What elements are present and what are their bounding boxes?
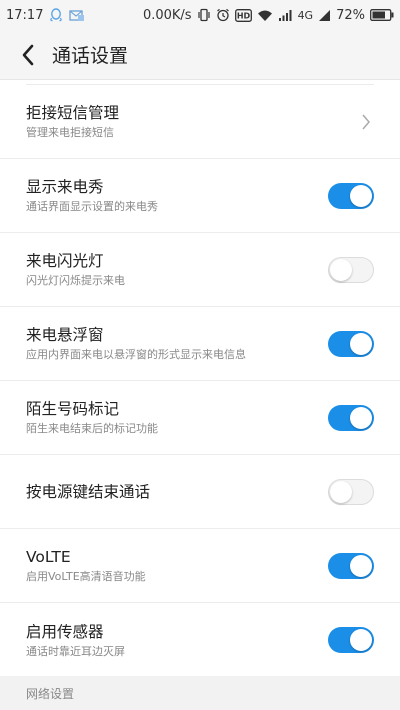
setting-title: 显示来电秀 [26,178,104,196]
toggle-knob [350,406,372,429]
setting-title: 拒接短信管理 [26,104,120,122]
setting-power-end-call[interactable]: 按电源键结束通话 [0,455,400,529]
setting-show-call-show[interactable]: 显示来电秀 通话界面显示设置的来电秀 [0,159,400,233]
status-left: 17:17 [6,8,85,23]
toggle-knob [330,480,352,503]
setting-reject-sms[interactable]: 拒接短信管理 管理来电拒接短信 [0,85,400,159]
message-icon [69,9,85,22]
page-title: 通话设置 [52,45,129,67]
setting-subtitle: 通话时靠近耳边灭屏 [26,644,125,658]
setting-floating-window[interactable]: 来电悬浮窗 应用内界面来电以悬浮窗的形式显示来电信息 [0,307,400,381]
hd-icon: HD [234,8,252,22]
vibrate-icon [197,8,211,22]
wifi-icon [257,9,273,22]
toggle-knob [350,332,372,355]
back-arrow-icon [22,44,34,65]
toggle-knob [350,629,372,651]
toggle-switch[interactable] [328,404,374,431]
net-speed: 0.00K/s [142,7,192,23]
hd-label: HD [236,11,250,20]
setting-title: 来电悬浮窗 [26,326,104,344]
chevron-right-icon [358,112,374,132]
setting-subtitle: 陌生来电结束后的标记功能 [26,422,158,435]
setting-title: 按电源键结束通话 [26,482,151,501]
alarm-icon [216,8,230,22]
app-header: 通话设置 [0,30,400,80]
toggle-switch[interactable] [328,478,374,505]
setting-title: 陌生号码标记 [26,400,120,418]
section-header-network: 网络设置 [0,676,400,710]
settings-list: 拒接短信管理 管理来电拒接短信 显示来电秀 通话界面显示设置的来电秀 来电闪光灯… [0,84,400,677]
toggle-switch[interactable] [328,552,374,579]
setting-title: 启用传感器 [26,622,104,641]
setting-volte[interactable]: VoLTE 启用VoLTE高清语音功能 [0,529,400,603]
qq-icon [49,7,63,23]
network-type: 4G [297,8,314,22]
status-right: 0.00K/s HD 4G 72% [143,8,394,23]
setting-stranger-mark[interactable]: 陌生号码标记 陌生来电结束后的标记功能 [0,381,400,455]
setting-sensor[interactable]: 启用传感器 通话时靠近耳边灭屏 [0,603,400,677]
setting-subtitle: 管理来电拒接短信 [26,126,114,139]
toggle-knob [350,554,372,577]
toggle-knob [350,184,372,207]
toggle-switch[interactable] [328,256,374,283]
setting-title: 来电闪光灯 [26,252,104,270]
toggle-switch[interactable] [328,627,374,653]
setting-title: VoLTE [26,548,71,566]
back-button[interactable] [0,30,56,80]
section-label: 网络设置 [26,686,75,701]
setting-subtitle: 通话界面显示设置的来电秀 [26,200,158,213]
battery-icon [370,9,394,21]
signal-icon-2 [318,9,331,22]
status-bar: 17:17 0.00K/s HD 4G 72% [0,0,400,30]
setting-subtitle: 闪光灯闪烁提示来电 [26,274,125,287]
setting-subtitle: 启用VoLTE高清语音功能 [26,570,146,583]
status-time: 17:17 [6,7,44,23]
toggle-knob [330,258,352,281]
toggle-switch[interactable] [328,182,374,209]
signal-icon [278,9,293,22]
setting-flash-alert[interactable]: 来电闪光灯 闪光灯闪烁提示来电 [0,233,400,307]
setting-subtitle: 应用内界面来电以悬浮窗的形式显示来电信息 [26,348,246,361]
battery-percent: 72% [336,7,365,23]
toggle-switch[interactable] [328,330,374,357]
